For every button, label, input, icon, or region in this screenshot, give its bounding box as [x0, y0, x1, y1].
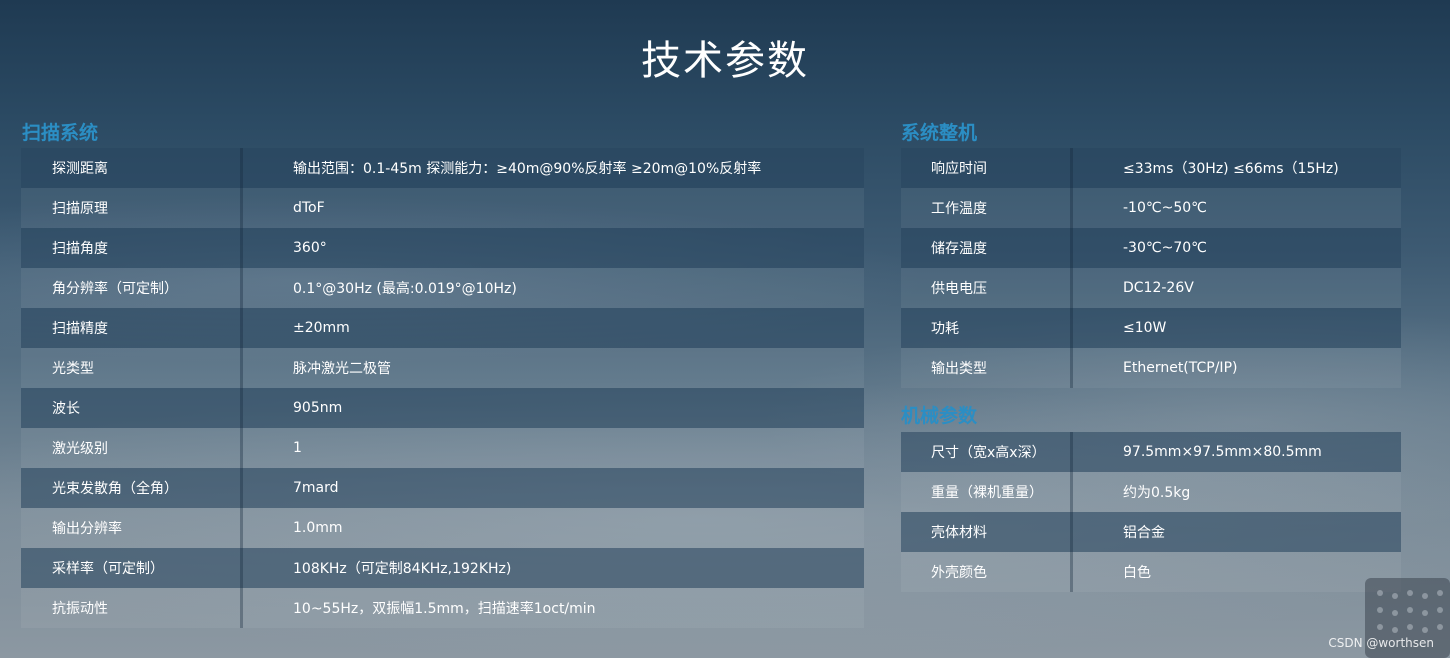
param-value: 905nm [243, 388, 864, 428]
param-label: 光类型 [21, 348, 243, 388]
section-title-system-overall: 系统整机 [901, 122, 978, 144]
param-value: ±20mm [243, 308, 864, 348]
param-value: 1 [243, 428, 864, 468]
table-row: 抗振动性 10~55Hz，双振幅1.5mm，扫描速率1oct/min [21, 588, 864, 628]
table-row: 储存温度 -30℃~70℃ [901, 228, 1401, 268]
table-row: 探测距离 输出范围：0.1-45m 探测能力：≥40m@90%反射率 ≥20m@1… [21, 148, 864, 188]
table-row: 输出类型 Ethernet(TCP/IP) [901, 348, 1401, 388]
param-value: ≤10W [1073, 308, 1401, 348]
param-label: 重量（裸机重量） [901, 472, 1073, 512]
param-value: Ethernet(TCP/IP) [1073, 348, 1401, 388]
system-overall-table: 响应时间 ≤33ms（30Hz) ≤66ms（15Hz) 工作温度 -10℃~50℃ 储… [901, 148, 1401, 388]
table-row: 光束发散角（全角） 7mard [21, 468, 864, 508]
table-row: 重量（裸机重量） 约为0.5kg [901, 472, 1401, 512]
param-label: 输出类型 [901, 348, 1073, 388]
param-label: 壳体材料 [901, 512, 1073, 552]
param-label: 工作温度 [901, 188, 1073, 228]
watermark: CSDN @worthsen [1328, 636, 1434, 650]
param-label: 尺寸（宽x高x深） [901, 432, 1073, 472]
param-label: 扫描角度 [21, 228, 243, 268]
param-value: 97.5mm×97.5mm×80.5mm [1073, 432, 1401, 472]
param-label: 光束发散角（全角） [21, 468, 243, 508]
param-value: 10~55Hz，双振幅1.5mm，扫描速率1oct/min [243, 588, 864, 628]
table-row: 波长 905nm [21, 388, 864, 428]
param-value: 1.0mm [243, 508, 864, 548]
param-value: 白色 [1073, 552, 1401, 592]
param-value: ≤33ms（30Hz) ≤66ms（15Hz) [1073, 148, 1401, 188]
table-row: 外壳颜色 白色 [901, 552, 1401, 592]
table-row: 壳体材料 铝合金 [901, 512, 1401, 552]
table-row: 供电电压 DC12-26V [901, 268, 1401, 308]
table-row: 扫描精度 ±20mm [21, 308, 864, 348]
table-row: 输出分辨率 1.0mm [21, 508, 864, 548]
table-row: 角分辨率（可定制） 0.1°@30Hz (最高:0.019°@10Hz) [21, 268, 864, 308]
param-value: -10℃~50℃ [1073, 188, 1401, 228]
param-value: dToF [243, 188, 864, 228]
page-title: 技术参数 [641, 38, 809, 84]
param-value: 脉冲激光二极管 [243, 348, 864, 388]
param-label: 响应时间 [901, 148, 1073, 188]
mechanical-table: 尺寸（宽x高x深） 97.5mm×97.5mm×80.5mm 重量（裸机重量） 约为0… [901, 432, 1401, 592]
section-title-scan-system: 扫描系统 [22, 122, 99, 144]
param-value: DC12-26V [1073, 268, 1401, 308]
param-label: 扫描原理 [21, 188, 243, 228]
param-value: 输出范围：0.1-45m 探测能力：≥40m@90%反射率 ≥20m@10%反射… [243, 148, 864, 188]
param-label: 采样率（可定制） [21, 548, 243, 588]
param-label: 输出分辨率 [21, 508, 243, 548]
param-value: 铝合金 [1073, 512, 1401, 552]
table-row: 激光级别 1 [21, 428, 864, 468]
param-value: -30℃~70℃ [1073, 228, 1401, 268]
table-row: 扫描原理 dToF [21, 188, 864, 228]
param-value: 0.1°@30Hz (最高:0.019°@10Hz) [243, 268, 864, 308]
param-label: 功耗 [901, 308, 1073, 348]
table-row: 光类型 脉冲激光二极管 [21, 348, 864, 388]
param-label: 激光级别 [21, 428, 243, 468]
param-value: 约为0.5kg [1073, 472, 1401, 512]
param-label: 储存温度 [901, 228, 1073, 268]
param-label: 角分辨率（可定制） [21, 268, 243, 308]
scan-system-table: 探测距离 输出范围：0.1-45m 探测能力：≥40m@90%反射率 ≥20m@1… [21, 148, 864, 628]
param-value: 108KHz（可定制84KHz,192KHz) [243, 548, 864, 588]
param-label: 抗振动性 [21, 588, 243, 628]
param-label: 外壳颜色 [901, 552, 1073, 592]
param-value: 7mard [243, 468, 864, 508]
table-row: 尺寸（宽x高x深） 97.5mm×97.5mm×80.5mm [901, 432, 1401, 472]
param-label: 供电电压 [901, 268, 1073, 308]
table-row: 响应时间 ≤33ms（30Hz) ≤66ms（15Hz) [901, 148, 1401, 188]
param-label: 波长 [21, 388, 243, 428]
param-label: 探测距离 [21, 148, 243, 188]
table-row: 功耗 ≤10W [901, 308, 1401, 348]
table-row: 采样率（可定制） 108KHz（可定制84KHz,192KHz) [21, 548, 864, 588]
param-label: 扫描精度 [21, 308, 243, 348]
section-title-mechanical: 机械参数 [901, 405, 978, 427]
table-row: 工作温度 -10℃~50℃ [901, 188, 1401, 228]
table-row: 扫描角度 360° [21, 228, 864, 268]
param-value: 360° [243, 228, 864, 268]
